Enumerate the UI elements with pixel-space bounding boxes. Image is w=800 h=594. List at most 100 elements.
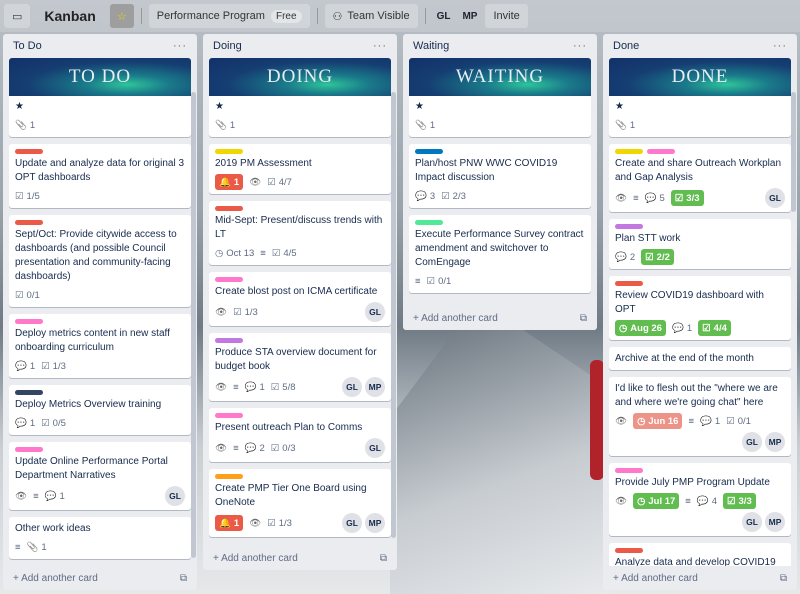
label-navy[interactable] bbox=[15, 390, 43, 395]
card[interactable]: Mid-Sept: Present/discuss trends with LT… bbox=[209, 201, 391, 265]
label-orange[interactable] bbox=[215, 474, 243, 479]
card-badges: 👁 ◷ Jun 16 ≡ 💬 1 ☑ 0/1 bbox=[615, 413, 785, 429]
template-icon[interactable]: ⧉ bbox=[180, 573, 187, 584]
card-badges: ≡ 📎 1 bbox=[15, 539, 185, 555]
card[interactable]: 2019 PM Assessment 🔔 1 👁 ☑ 4/7 bbox=[209, 144, 391, 194]
add-card-button[interactable]: + Add another card ⧉ bbox=[409, 306, 591, 330]
scrollbar[interactable] bbox=[391, 92, 396, 538]
label-purple[interactable] bbox=[215, 338, 243, 343]
card[interactable]: TO DO ★ 📎 1 bbox=[9, 58, 191, 137]
card[interactable]: Create PMP Tier One Board using OneNote 🔔… bbox=[209, 469, 391, 537]
badge-due: ◷ Oct 13 bbox=[215, 245, 254, 261]
card-members: GL bbox=[365, 438, 385, 458]
card[interactable]: Update and analyze data for original 3 O… bbox=[9, 144, 191, 208]
card[interactable]: Update Online Performance Portal Departm… bbox=[9, 442, 191, 510]
add-card-button[interactable]: + Add another card ⧉ bbox=[209, 546, 391, 570]
card[interactable]: Review COVID19 dashboard with OPT ◷ Aug 26… bbox=[609, 276, 791, 340]
member-avatar[interactable]: GL bbox=[765, 188, 785, 208]
label-red[interactable] bbox=[615, 548, 643, 553]
template-icon[interactable]: ⧉ bbox=[580, 313, 587, 324]
more-icon[interactable]: ··· bbox=[373, 40, 387, 52]
description-icon: ≡ bbox=[685, 495, 691, 507]
label-yellow[interactable] bbox=[215, 149, 243, 154]
card[interactable]: DONE ★ 📎 1 bbox=[609, 58, 791, 137]
label-red[interactable] bbox=[215, 206, 243, 211]
add-card-button[interactable]: + Add another card ⧉ bbox=[9, 566, 191, 590]
member-avatar[interactable]: MP bbox=[765, 512, 785, 532]
card[interactable]: Analyze data and develop COVID19 impact … bbox=[609, 543, 791, 566]
member-avatar[interactable]: GL bbox=[365, 302, 385, 322]
member-avatar[interactable]: GL bbox=[742, 512, 762, 532]
label-green[interactable] bbox=[415, 220, 443, 225]
label-purple[interactable] bbox=[615, 224, 643, 229]
card[interactable]: Plan STT work 💬 2 ☑ 2/2 bbox=[609, 219, 791, 269]
label-red[interactable] bbox=[15, 220, 43, 225]
card[interactable]: WAITING ★ 📎 1 bbox=[409, 58, 591, 137]
badge-description: ≡ bbox=[685, 493, 691, 509]
member-avatar[interactable]: MP bbox=[765, 432, 785, 452]
card[interactable]: Execute Performance Survey contract amen… bbox=[409, 215, 591, 293]
member-avatar[interactable]: GL bbox=[365, 438, 385, 458]
scrollbar[interactable] bbox=[191, 92, 196, 558]
label-pink[interactable] bbox=[215, 277, 243, 282]
visibility-button[interactable]: ⚇ Team Visible bbox=[324, 4, 418, 28]
card[interactable]: Produce STA overview document for budget… bbox=[209, 333, 391, 401]
member-avatar[interactable]: GL bbox=[742, 432, 762, 452]
list-title[interactable]: To Do bbox=[13, 40, 42, 52]
more-icon[interactable]: ··· bbox=[173, 40, 187, 52]
card[interactable]: I'd like to flesh out the "where we are … bbox=[609, 377, 791, 456]
star-button[interactable]: ☆ bbox=[109, 4, 134, 28]
badge-watch: 👁 bbox=[249, 515, 261, 531]
card[interactable]: Archive at the end of the month bbox=[609, 347, 791, 370]
list-title[interactable]: Doing bbox=[213, 40, 242, 52]
team-button[interactable]: Performance Program Free bbox=[148, 4, 310, 28]
badge-notification: 🔔 1 bbox=[215, 515, 244, 531]
list-header: To Do ··· bbox=[9, 34, 191, 58]
label-pink[interactable] bbox=[615, 468, 643, 473]
card[interactable]: Create blost post on ICMA certificate 👁 ☑ 1… bbox=[209, 272, 391, 326]
bell-icon: 🔔 bbox=[219, 517, 231, 529]
member-avatar[interactable]: MP bbox=[365, 513, 385, 533]
paperclip-icon: 📎 bbox=[415, 119, 427, 131]
card[interactable]: Deploy Metrics Overview training 💬 1 ☑ 0/5 bbox=[9, 385, 191, 435]
list-title[interactable]: Waiting bbox=[413, 40, 449, 52]
more-icon[interactable]: ··· bbox=[773, 40, 787, 52]
card[interactable]: Create and share Outreach Workplan and G… bbox=[609, 144, 791, 212]
badge-value: 2/2 bbox=[656, 251, 670, 263]
label-red[interactable] bbox=[15, 149, 43, 154]
label-pink[interactable] bbox=[215, 413, 243, 418]
card[interactable]: Deploy metrics content in new staff onbo… bbox=[9, 314, 191, 378]
label-pink[interactable] bbox=[15, 447, 43, 452]
label-red[interactable] bbox=[615, 281, 643, 286]
invite-button[interactable]: Invite bbox=[485, 4, 528, 28]
member-avatar[interactable]: GL bbox=[342, 513, 362, 533]
badge-description: ≡ bbox=[233, 440, 239, 456]
template-icon[interactable]: ⧉ bbox=[780, 573, 787, 584]
card[interactable]: DOING ★ 📎 1 bbox=[209, 58, 391, 137]
label-blue[interactable] bbox=[415, 149, 443, 154]
card-title: Present outreach Plan to Comms bbox=[215, 422, 363, 433]
eye-icon: 👁 bbox=[249, 176, 262, 188]
card[interactable]: Provide July PMP Program Update 👁 ◷ Jul 17 ≡… bbox=[609, 463, 791, 536]
scrollbar[interactable] bbox=[791, 92, 796, 212]
label-pink[interactable] bbox=[15, 319, 43, 324]
card[interactable]: Plan/host PNW WWC COVID19 Impact discuss… bbox=[409, 144, 591, 208]
member-avatar[interactable]: MP bbox=[365, 377, 385, 397]
template-icon[interactable]: ⧉ bbox=[380, 553, 387, 564]
label-pink[interactable] bbox=[647, 149, 675, 154]
member-avatar[interactable]: GL bbox=[433, 11, 455, 22]
card[interactable]: Sept/Oct: Provide citywide access to das… bbox=[9, 215, 191, 307]
checklist-icon: ☑ bbox=[15, 190, 24, 202]
board-title[interactable]: Kanban bbox=[34, 4, 105, 28]
more-icon[interactable]: ··· bbox=[573, 40, 587, 52]
badge-checklist: ☑ 2/3 bbox=[441, 188, 466, 204]
member-avatar[interactable]: GL bbox=[165, 486, 185, 506]
add-card-button[interactable]: + Add another card ⧉ bbox=[609, 566, 791, 590]
member-avatar[interactable]: MP bbox=[458, 11, 481, 22]
label-yellow[interactable] bbox=[615, 149, 643, 154]
card[interactable]: Present outreach Plan to Comms 👁 ≡ 💬 2 ☑ 0/3 GL bbox=[209, 408, 391, 462]
board-menu-button[interactable]: ▭ bbox=[4, 4, 31, 28]
list-title[interactable]: Done bbox=[613, 40, 639, 52]
card[interactable]: Other work ideas ≡ 📎 1 bbox=[9, 517, 191, 559]
member-avatar[interactable]: GL bbox=[342, 377, 362, 397]
